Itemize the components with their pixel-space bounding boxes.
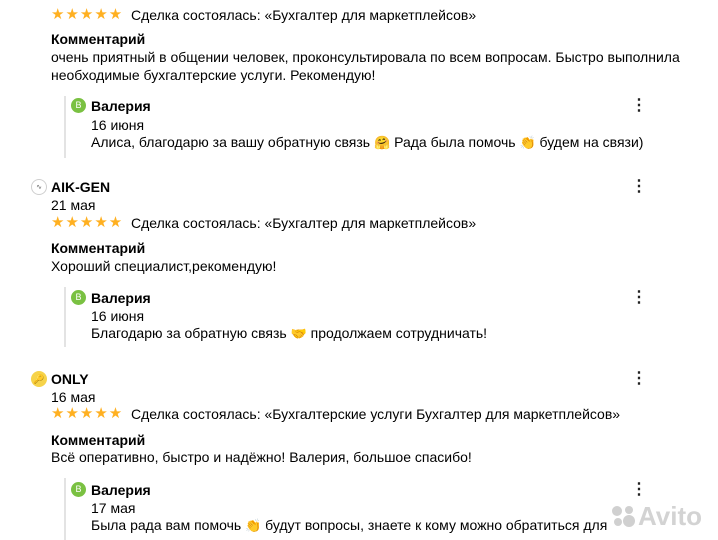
review2-avatar[interactable]: ∿ — [31, 179, 47, 195]
review2-rating-stars: ★★★★★ — [51, 214, 124, 231]
review3-comment-text: Всё оперативно, быстро и надёжно! Валери… — [51, 449, 472, 465]
clapping-emoji-icon: 👏 — [519, 135, 536, 150]
review2-reply-divider — [64, 287, 66, 347]
review1-deal-status: Сделка состоялась: «Бухгалтер для маркет… — [131, 7, 477, 23]
review1-reply-divider — [64, 96, 66, 158]
review2-comment-title: Комментарий — [51, 240, 146, 256]
review3-reply-author[interactable]: Валерия — [91, 481, 151, 499]
review3-author[interactable]: ONLY — [51, 370, 89, 388]
review2-reply-more-menu-icon[interactable]: ⋮ — [631, 289, 647, 307]
review3-rating-stars: ★★★★★ — [51, 405, 124, 422]
review3-reply-text-b: будут вопросы, знаете к кому можно обрат… — [265, 517, 608, 533]
review2-more-menu-icon[interactable]: ⋮ — [631, 178, 647, 196]
review2-date: 21 мая — [51, 197, 96, 213]
review3-reply-divider — [64, 478, 66, 540]
hugging-emoji-icon: 🤗 — [374, 135, 391, 150]
review1-comment-title: Комментарий — [51, 31, 146, 47]
review2-author[interactable]: AIK-GEN — [51, 178, 110, 196]
review1-reply-text-a: Алиса, благодарю за вашу обратную связь — [91, 134, 371, 150]
review1-reply-more-menu-icon[interactable]: ⋮ — [631, 97, 647, 115]
review3-more-menu-icon[interactable]: ⋮ — [631, 370, 647, 388]
review3-avatar-key-icon[interactable]: 🔑 — [31, 371, 47, 387]
review1-reply-author[interactable]: Валерия — [91, 97, 151, 115]
review3-date: 16 мая — [51, 389, 96, 405]
review2-reply-text: Благодарю за обратную связь 🤝 продолжаем… — [91, 323, 487, 344]
review2-reply-text-a: Благодарю за обратную связь — [91, 325, 287, 341]
clapping-emoji-icon: 👏 — [245, 518, 262, 533]
avito-logo-icon — [612, 506, 635, 527]
review2-deal-status: Сделка состоялась: «Бухгалтер для маркет… — [131, 215, 477, 231]
review1-reply-avatar[interactable]: В — [71, 98, 86, 113]
review3-reply-avatar[interactable]: В — [71, 482, 86, 497]
review1-rating-stars: ★★★★★ — [51, 6, 124, 23]
review3-reply-text-a: Была рада вам помочь — [91, 517, 242, 533]
review2-reply-avatar[interactable]: В — [71, 290, 86, 305]
review1-reply-text: Алиса, благодарю за вашу обратную связь … — [91, 132, 643, 153]
review1-reply-text-b: Рада была помочь — [394, 134, 516, 150]
avito-watermark-text: Avito — [638, 501, 703, 531]
avito-watermark: Avito — [610, 498, 710, 534]
review2-reply-author[interactable]: Валерия — [91, 289, 151, 307]
review3-deal-status: Сделка состоялась: «Бухгалтерские услуги… — [131, 406, 621, 422]
review2-comment-text: Хороший специалист,рекомендую! — [51, 258, 277, 274]
review2-reply-text-b: продолжаем сотрудничать! — [310, 325, 488, 341]
review3-reply-text: Была рада вам помочь 👏 будут вопросы, зн… — [91, 515, 607, 536]
handshake-emoji-icon: 🤝 — [290, 326, 307, 341]
review1-reply-text-c: будем на связи) — [539, 134, 644, 150]
review3-reply-more-menu-icon[interactable]: ⋮ — [631, 481, 647, 499]
review1-comment-line2: необходимые бухгалтерские услуги. Рекоме… — [51, 67, 376, 83]
